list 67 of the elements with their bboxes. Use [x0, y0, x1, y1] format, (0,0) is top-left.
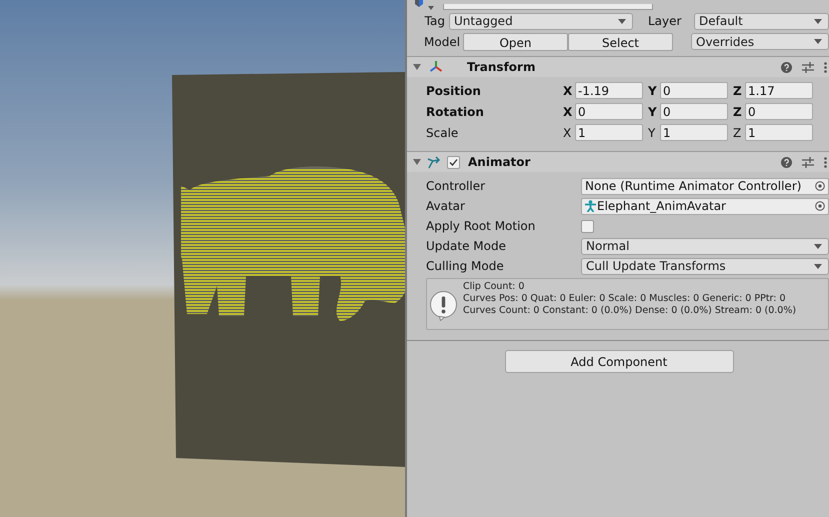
info-text: Curves Count: 0 Constant: 0 (0.0%) Dense: 0 (0.0%) Stream: 0 (0.0%) [463, 305, 796, 317]
caret-icon [814, 264, 822, 268]
info-text: Curves Pos: 0 Quat: 0 Euler: 0 Scale: 0 Muscles: 0 Generic: 0 PPtr: 0 [463, 293, 787, 305]
axes-icon [429, 60, 443, 74]
property-label: Apply Root Motion [425, 218, 536, 235]
property-label: Culling Mode [425, 258, 505, 275]
property-label: Controller [425, 178, 486, 195]
checkbox[interactable] [581, 220, 594, 232]
caret-icon [814, 39, 822, 44]
component-title: Transform [467, 59, 536, 76]
help-icon[interactable] [781, 62, 792, 72]
sliders-icon[interactable] [802, 156, 814, 168]
more-icon[interactable] [824, 62, 827, 72]
enabled-checkbox[interactable] [447, 156, 460, 168]
number-field[interactable]: 1 [575, 124, 643, 141]
humanoid-icon [585, 200, 596, 212]
overrides-dropdown[interactable]: Overrides [691, 33, 829, 50]
add-component-button[interactable]: Add Component [504, 350, 734, 373]
component-header[interactable]: Animator [407, 151, 829, 172]
help-icon[interactable] [781, 156, 792, 168]
number-field[interactable]: 0 [660, 82, 728, 99]
axis-label[interactable]: Y [648, 82, 657, 100]
object-field[interactable]: Elephant_AnimAvatar [581, 198, 829, 214]
axis-label[interactable]: Z [733, 124, 742, 142]
number-field[interactable]: 1.17 [745, 82, 813, 99]
axis-label[interactable]: X [563, 102, 572, 120]
axis-label[interactable]: Z [733, 82, 742, 100]
info-icon [430, 291, 457, 321]
foldout-arrow-icon[interactable] [413, 158, 421, 166]
component-header[interactable]: Transform [407, 56, 829, 77]
caret-icon [814, 244, 822, 248]
number-field[interactable]: 0 [745, 103, 813, 120]
sliders-icon[interactable] [802, 62, 814, 72]
property-label: Update Mode [425, 238, 507, 255]
number-field[interactable]: 1 [660, 124, 728, 141]
name-field[interactable] [443, 4, 653, 10]
axis-label[interactable]: X [563, 82, 572, 100]
property-label: Scale [425, 124, 460, 142]
tag-dropdown[interactable]: Untagged [449, 12, 633, 30]
layer-dropdown[interactable]: Default [694, 12, 829, 30]
axis-label[interactable]: Y [648, 124, 657, 142]
foldout-arrow-icon[interactable] [413, 63, 421, 71]
object-field[interactable]: None (Runtime Animator Controller) [581, 178, 829, 194]
component-title: Animator [468, 154, 530, 171]
caret-icon [814, 18, 822, 24]
model-button[interactable]: Select [568, 32, 673, 50]
property-label: Rotation [425, 104, 485, 120]
caret-icon [618, 18, 626, 24]
number-field[interactable]: 0 [575, 103, 643, 120]
dropdown[interactable]: Cull Update Transforms [581, 258, 829, 274]
model-label: Model [423, 34, 462, 50]
property-label: Position [425, 82, 482, 100]
property-label: Avatar [425, 198, 466, 215]
animator-icon [427, 155, 441, 169]
axis-label[interactable]: X [563, 124, 572, 142]
number-field[interactable]: 1 [745, 124, 813, 141]
number-field[interactable]: 0 [660, 103, 728, 120]
dropdown[interactable]: Normal [581, 238, 829, 254]
layer-label: Layer [648, 13, 682, 30]
model-button[interactable]: Open [463, 32, 568, 50]
tag-label: Tag [424, 13, 446, 30]
axis-label[interactable]: Y [648, 102, 657, 120]
more-icon[interactable] [824, 156, 827, 168]
number-field[interactable]: -1.19 [575, 82, 643, 99]
cube-icon [413, 0, 435, 10]
axis-label[interactable]: Z [733, 102, 742, 120]
info-text: Clip Count: 0 [463, 281, 526, 293]
